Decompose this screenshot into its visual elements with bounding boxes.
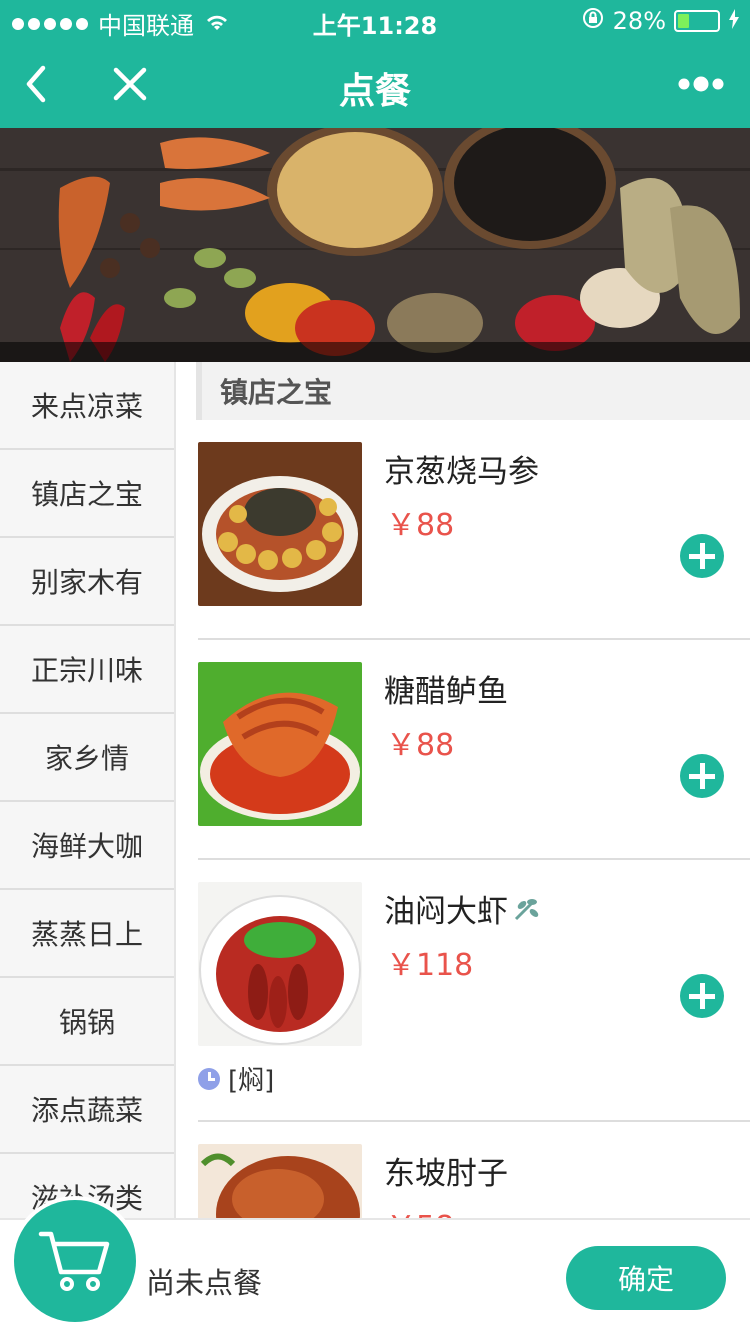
confirm-button[interactable]: 确定: [566, 1246, 726, 1310]
category-label: 添点蔬菜: [30, 1094, 143, 1127]
category-label: 别家木有: [30, 566, 143, 599]
dish-price: ￥118: [386, 948, 474, 983]
dish-photo: [198, 662, 362, 826]
add-to-cart-button[interactable]: [680, 534, 724, 578]
cooking-tag-label: [焖]: [228, 1066, 275, 1096]
dish-price: ￥88: [386, 728, 455, 763]
dish-name-text: 油闷大虾: [384, 894, 508, 930]
dish-item: 京葱烧马参 ￥88: [198, 420, 750, 640]
dish-name: 东坡肘子: [384, 1148, 508, 1193]
battery-percent: 28%: [612, 7, 666, 35]
cooking-tag: [焖]: [198, 1060, 274, 1097]
dish-photo: [198, 1144, 362, 1218]
dish-name: 京葱烧马参: [384, 446, 539, 491]
category-item[interactable]: 蒸蒸日上: [0, 890, 174, 978]
nav-bar: 点餐: [0, 40, 750, 128]
rotation-lock-icon: [581, 6, 605, 36]
page-title: 点餐: [338, 71, 411, 112]
category-item[interactable]: 海鲜大咖: [0, 802, 174, 890]
category-item[interactable]: 镇店之宝: [0, 450, 174, 538]
more-button[interactable]: [666, 56, 736, 112]
dish-list: 镇店之宝 京葱烧马参 ￥88 糖醋鲈鱼 ￥88 油闷大虾 ￥118 [焖] 东坡…: [176, 362, 750, 1218]
dish-item: 糖醋鲈鱼 ￥88: [198, 640, 750, 860]
dish-photo: [198, 882, 362, 1046]
category-label: 锅锅: [58, 1006, 115, 1039]
dish-name-text: 东坡肘子: [384, 1156, 508, 1192]
category-item[interactable]: 锅锅: [0, 978, 174, 1066]
section-title: 镇店之宝: [196, 362, 750, 420]
category-item[interactable]: 来点凉菜: [0, 362, 174, 450]
cart-status-text: 尚未点餐: [146, 1266, 263, 1300]
charging-icon: [728, 7, 740, 35]
category-item[interactable]: 家乡情: [0, 714, 174, 802]
category-label: 来点凉菜: [30, 390, 143, 423]
category-item[interactable]: 正宗川味: [0, 626, 174, 714]
dish-item: 油闷大虾 ￥118 [焖]: [198, 860, 750, 1122]
order-bottom-bar: 尚未点餐 确定: [0, 1200, 750, 1334]
cart-button[interactable]: [14, 1200, 136, 1322]
clock-icon: [198, 1067, 220, 1090]
dish-name: 油闷大虾: [384, 886, 540, 931]
status-right: 28%: [581, 6, 740, 36]
category-sidebar: 来点凉菜 镇店之宝 别家木有 正宗川味 家乡情 海鲜大咖 蒸蒸日上 锅锅 添点蔬…: [0, 362, 176, 1218]
battery-icon: [674, 10, 720, 32]
category-item[interactable]: 别家木有: [0, 538, 174, 626]
add-to-cart-button[interactable]: [680, 754, 724, 798]
dish-name-text: 京葱烧马参: [384, 454, 539, 490]
dish-item: 东坡肘子 ￥58: [198, 1122, 750, 1218]
dish-photo: [198, 442, 362, 606]
category-label: 蒸蒸日上: [30, 918, 143, 951]
add-to-cart-button[interactable]: [680, 974, 724, 1018]
category-label: 正宗川味: [30, 654, 143, 687]
dish-name-text: 糖醋鲈鱼: [384, 674, 508, 710]
dish-name: 糖醋鲈鱼: [384, 666, 508, 711]
cart-icon: [38, 1231, 110, 1291]
category-label: 镇店之宝: [30, 478, 143, 511]
category-label: 家乡情: [44, 742, 129, 775]
more-icon: [678, 76, 724, 92]
app-root: 中国联通 上午11:28 28% 点餐 来点凉菜 镇店之宝 别家木有 正宗川味 …: [0, 0, 750, 1334]
category-label: 海鲜大咖: [30, 830, 143, 863]
dish-price: ￥88: [386, 508, 455, 543]
status-bar: 中国联通 上午11:28 28%: [0, 0, 750, 40]
category-item[interactable]: 添点蔬菜: [0, 1066, 174, 1154]
dish-price: ￥58: [386, 1202, 454, 1218]
spices-banner-image: [0, 128, 750, 362]
herb-icon: [514, 898, 539, 920]
